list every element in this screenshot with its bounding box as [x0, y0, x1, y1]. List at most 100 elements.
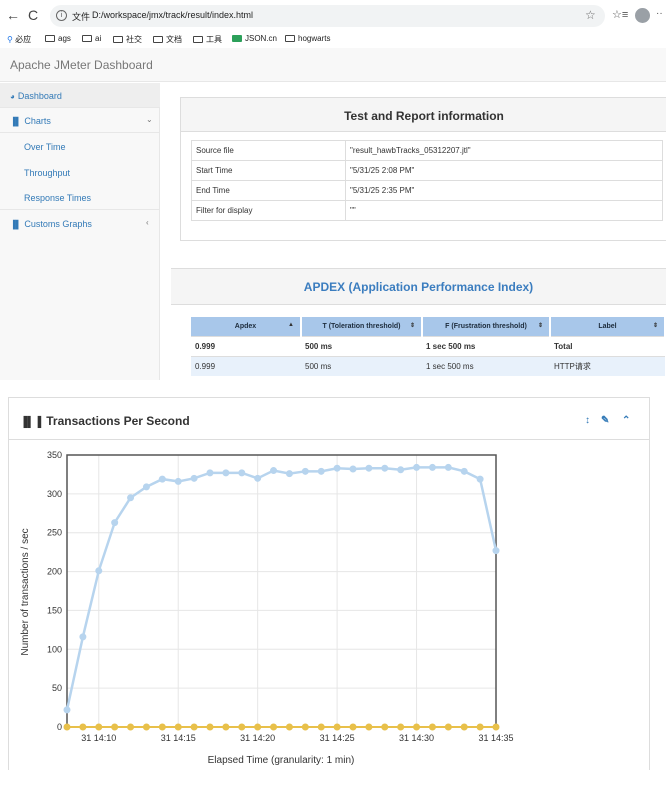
- column-header[interactable]: Apdex ▲: [191, 317, 302, 336]
- table-cell: 0.999: [191, 355, 301, 376]
- table-cell: 0.999: [191, 335, 301, 356]
- data-point: [413, 463, 421, 471]
- bookmark-item[interactable]: ⚲ 必应: [7, 34, 31, 45]
- data-point: [381, 464, 389, 472]
- panel-title: APDEX (Application Performance Index): [303, 280, 534, 294]
- bookmark-label: 工具: [206, 35, 222, 44]
- url-text[interactable]: D:/workspace/jmx/track/result/index.html: [92, 10, 253, 20]
- sidebar-item-over-time[interactable]: Over Time: [0, 134, 160, 159]
- info-icon[interactable]: i: [56, 10, 67, 21]
- table-cell: 1 sec 500 ms: [422, 335, 550, 356]
- bar-chart-icon: ▐▌: [10, 117, 22, 126]
- bookmark-label: hogwarts: [298, 34, 331, 43]
- table-cell: "5/31/25 2:35 PM": [345, 180, 663, 201]
- bookmark-item[interactable]: hogwarts: [285, 34, 330, 43]
- address-bar[interactable]: i 文件 D:/workspace/jmx/track/result/index…: [50, 5, 605, 27]
- bookmark-label: ags: [58, 34, 71, 43]
- x-tick-label: 31 14:20: [240, 733, 275, 743]
- avatar[interactable]: [635, 8, 650, 23]
- bookmark-label: 社交: [126, 35, 142, 44]
- bookmark-item[interactable]: 文档: [153, 34, 182, 45]
- data-point: [381, 723, 389, 731]
- data-point: [285, 723, 293, 731]
- data-point: [333, 464, 341, 472]
- data-point: [190, 723, 198, 731]
- data-point: [174, 477, 182, 485]
- search-icon: ⚲: [7, 35, 16, 44]
- sort-icon: ⇕: [652, 323, 658, 329]
- sidebar-item-label: Charts: [24, 116, 51, 126]
- data-point: [301, 467, 309, 475]
- bookmark-label: 必应: [15, 35, 32, 44]
- browser-toolbar: ← C i 文件 D:/workspace/jmx/track/result/i…: [0, 0, 666, 32]
- bookmark-label: 文档: [166, 35, 182, 44]
- panel-title: Test and Report information: [344, 109, 504, 123]
- table-cell: "result_hawbTracks_05312207.jtl": [345, 140, 663, 161]
- data-point: [158, 723, 166, 731]
- column-header[interactable]: F (Frustration threshold) ⇕: [422, 317, 551, 336]
- bookmark-item[interactable]: ags: [45, 34, 71, 43]
- data-point: [301, 723, 309, 731]
- sidebar-item-charts[interactable]: ▐▌ Charts ⌄: [0, 108, 160, 133]
- column-header[interactable]: T (Toleration threshold) ⇕: [301, 317, 423, 336]
- bookmark-item[interactable]: 社交: [113, 34, 142, 45]
- data-point: [254, 723, 262, 731]
- column-header[interactable]: Label ⇕: [550, 317, 666, 336]
- data-point: [317, 467, 325, 475]
- data-point: [365, 723, 373, 731]
- bookmark-item[interactable]: ai: [82, 34, 101, 43]
- sidebar-item-throughput[interactable]: Throughput: [0, 160, 160, 185]
- chevron-left-icon: ‹: [146, 218, 149, 227]
- data-point: [270, 467, 278, 475]
- bookmark-item[interactable]: 工具: [193, 34, 222, 45]
- star-icon[interactable]: ☆: [585, 8, 596, 22]
- favorites-icon[interactable]: ☆≡: [612, 8, 628, 21]
- x-tick-label: 31 14:10: [81, 733, 116, 743]
- x-tick-label: 31 14:30: [399, 733, 434, 743]
- table-row: 0.999 500 ms 1 sec 500 ms Total: [191, 335, 665, 356]
- info-table: Source file "result_hawbTracks_05312207.j…: [191, 140, 663, 221]
- dashboard-icon: ◕: [10, 92, 15, 101]
- table-row: Source file "result_hawbTracks_05312207.j…: [191, 140, 663, 161]
- series: [63, 463, 500, 731]
- y-tick-label: 100: [47, 644, 62, 654]
- data-point: [142, 483, 150, 491]
- data-point: [317, 723, 325, 731]
- data-point: [285, 470, 293, 478]
- folder-icon: [45, 35, 55, 42]
- bookmark-item[interactable]: JSON.cn: [232, 34, 277, 43]
- panel-header: APDEX (Application Performance Index): [171, 269, 666, 305]
- sort-icon: ⇕: [409, 323, 415, 329]
- y-tick-label: 200: [47, 567, 62, 577]
- sidebar-item-customs-graphs[interactable]: ▐▌ Customs Graphs ‹: [0, 211, 160, 236]
- bookmark-label: JSON.cn: [245, 34, 278, 43]
- back-arrow-icon[interactable]: ←: [6, 7, 20, 23]
- more-icon[interactable]: ··: [656, 8, 663, 19]
- data-point: [397, 723, 405, 731]
- sidebar-item-response-times[interactable]: Response Times: [0, 185, 160, 210]
- data-point: [270, 723, 278, 731]
- table-row: 0.999 500 ms 1 sec 500 ms HTTP请求: [191, 355, 665, 376]
- sidebar-item-dashboard[interactable]: ◕ Dashboard: [0, 83, 160, 108]
- y-axis-label: Number of transactions / sec: [20, 528, 31, 655]
- apdex-table: Apdex ▲ T (Toleration threshold) ⇕ F (Frus…: [191, 317, 666, 376]
- brand-title[interactable]: Apache JMeter Dashboard: [10, 58, 153, 72]
- table-cell: End Time: [191, 180, 346, 201]
- data-point: [79, 633, 87, 641]
- tps-chart-panel: ▐▌▐ Transactions Per Second ↕ ✎ ⌃ 0 50 100 1…: [8, 397, 650, 770]
- refresh-icon[interactable]: C: [28, 7, 38, 23]
- table-cell: Total: [550, 335, 665, 356]
- protocol-label: 文件: [72, 12, 91, 22]
- data-point: [79, 723, 87, 731]
- bookmarks-bar: ⚲ 必应 ags ai 社交 文档 工具 JSON.cn hogwarts: [0, 32, 666, 48]
- sidebar-item-label: Customs Graphs: [24, 219, 92, 229]
- sidebar-item-label: Over Time: [24, 142, 66, 152]
- y-tick-label: 50: [52, 683, 62, 693]
- sort-icon: ⇕: [537, 323, 543, 329]
- data-point: [460, 723, 468, 731]
- data-point: [460, 467, 468, 475]
- sidebar-item-label: Response Times: [24, 193, 92, 203]
- bar-chart-icon: ▐▌: [10, 220, 22, 229]
- data-point: [206, 723, 214, 731]
- data-point: [444, 723, 452, 731]
